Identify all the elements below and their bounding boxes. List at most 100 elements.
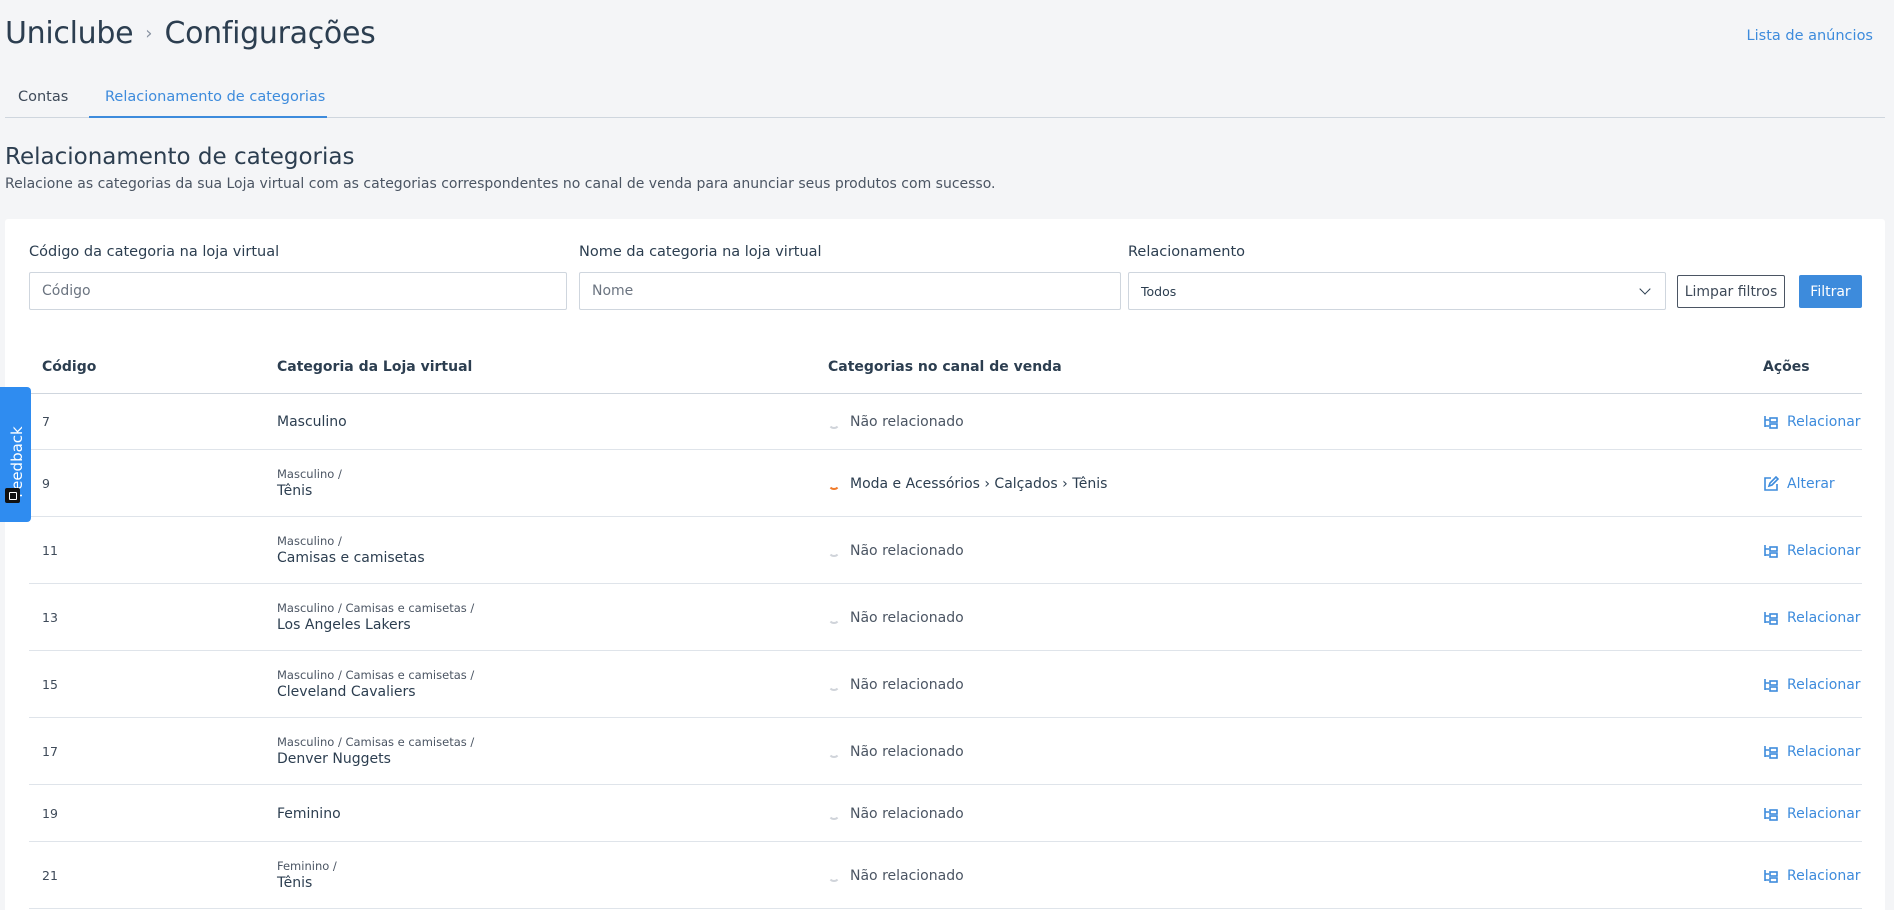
breadcrumb-separator: › <box>145 23 153 44</box>
edit-relation-button[interactable]: Alterar <box>1763 474 1835 494</box>
row-code: 11 <box>42 542 58 558</box>
category-tree-icon <box>1763 868 1779 884</box>
row-channel-category: Não relacionado <box>828 804 964 824</box>
row-category-parent-path: Masculino / Camisas e camisetas / <box>277 600 475 615</box>
row-store-category: Masculino / Camisas e camisetas / Denver… <box>277 735 474 769</box>
relate-category-button[interactable]: Relacionar <box>1763 742 1861 762</box>
status-spinner-icon <box>828 478 840 490</box>
row-channel-category: Não relacionado <box>828 866 964 886</box>
header-code: Código <box>42 359 97 375</box>
table-row: 9 Masculino / Tênis Moda e Acessórios › … <box>29 450 1862 517</box>
row-action-label: Relacionar <box>1787 414 1861 430</box>
filters-and-table-card: Código da categoria na loja virtual Nome… <box>5 219 1885 910</box>
row-category-name: Tênis <box>277 482 313 499</box>
relate-category-button[interactable]: Relacionar <box>1763 541 1861 561</box>
relate-category-button[interactable]: Relacionar <box>1763 608 1861 628</box>
tab-accounts[interactable]: Contas <box>18 89 68 105</box>
row-store-category: Masculino / Camisas e camisetas / Los An… <box>277 601 474 635</box>
feedback-tab[interactable]: Feedback <box>0 387 31 522</box>
relate-category-button[interactable]: Relacionar <box>1763 412 1861 432</box>
row-channel-category: Não relacionado <box>828 608 964 628</box>
category-tree-icon <box>1763 744 1779 760</box>
row-channel-text: Não relacionado <box>850 609 964 626</box>
page-header: Uniclube › Configurações <box>5 16 376 51</box>
tab-category-relations[interactable]: Relacionamento de categorias <box>105 89 325 105</box>
row-category-parent-path: Feminino / <box>277 858 337 873</box>
category-tree-icon <box>1763 414 1779 430</box>
ads-list-link[interactable]: Lista de anúncios <box>1747 28 1873 44</box>
table-row: 19 Feminino Não relacionado Relacionar <box>29 785 1862 842</box>
tab-bar: Contas Relacionamento de categorias <box>5 80 1885 118</box>
relation-filter-select[interactable]: Todos <box>1128 272 1666 310</box>
row-channel-text: Não relacionado <box>850 676 964 693</box>
relate-category-button[interactable]: Relacionar <box>1763 804 1861 824</box>
row-code: 7 <box>42 414 50 429</box>
row-category-name: Denver Nuggets <box>277 750 391 767</box>
category-tree-icon <box>1763 543 1779 559</box>
row-code: 17 <box>42 743 58 759</box>
row-store-category: Masculino <box>277 412 347 432</box>
row-category-parent-path: Masculino / Camisas e camisetas / <box>277 734 475 749</box>
row-category-name: Masculino <box>277 414 347 430</box>
row-category-name: Camisas e camisetas <box>277 549 425 566</box>
code-filter-input[interactable] <box>29 272 567 310</box>
row-channel-text: Moda e Acessórios › Calçados › Tênis <box>850 475 1108 492</box>
row-action-label: Relacionar <box>1787 805 1861 822</box>
table-row: 21 Feminino / Tênis Não relacionado Rela… <box>29 842 1862 909</box>
clear-filters-button[interactable]: Limpar filtros <box>1677 275 1785 308</box>
relation-filter-label: Relacionamento <box>1128 244 1245 260</box>
row-channel-category: Não relacionado <box>828 412 964 432</box>
relate-category-button[interactable]: Relacionar <box>1763 866 1861 886</box>
table-row: 15 Masculino / Camisas e camisetas / Cle… <box>29 651 1862 718</box>
row-category-parent-path: Masculino / <box>277 533 342 548</box>
row-action-label: Relacionar <box>1787 867 1861 884</box>
status-spinner-icon <box>828 417 840 429</box>
row-category-name: Feminino <box>277 805 341 822</box>
categories-table: Código Categoria da Loja virtual Categor… <box>29 352 1862 909</box>
row-code: 19 <box>42 805 58 821</box>
row-code: 15 <box>42 676 58 692</box>
row-action-label: Relacionar <box>1787 609 1861 626</box>
breadcrumb-store[interactable]: Uniclube <box>5 16 134 51</box>
section-title: Relacionamento de categorias <box>5 144 355 170</box>
row-store-category: Masculino / Camisas e camisetas <box>277 534 425 568</box>
relate-category-button[interactable]: Relacionar <box>1763 675 1861 695</box>
filter-button[interactable]: Filtrar <box>1799 275 1862 308</box>
header-store-category: Categoria da Loja virtual <box>277 359 473 375</box>
row-code: 9 <box>42 475 50 491</box>
table-body: 7 Masculino Não relacionado Relacionar 9… <box>29 394 1862 909</box>
code-filter-label: Código da categoria na loja virtual <box>29 244 280 260</box>
header-channel-category: Categorias no canal de venda <box>828 359 1062 375</box>
row-store-category: Feminino / Tênis <box>277 859 337 893</box>
row-channel-text: Não relacionado <box>850 867 964 884</box>
row-category-parent-path: Masculino / <box>277 466 342 481</box>
row-channel-text: Não relacionado <box>850 414 964 430</box>
status-spinner-icon <box>828 545 840 557</box>
table-row: 13 Masculino / Camisas e camisetas / Los… <box>29 584 1862 651</box>
header-actions: Ações <box>1763 359 1810 375</box>
row-category-name: Cleveland Cavaliers <box>277 683 416 700</box>
row-code: 13 <box>42 609 58 625</box>
row-action-label: Relacionar <box>1787 676 1861 693</box>
row-channel-text: Não relacionado <box>850 805 964 822</box>
category-tree-icon <box>1763 610 1779 626</box>
active-tab-indicator <box>89 116 327 118</box>
status-spinner-icon <box>828 679 840 691</box>
relation-filter-value: Todos <box>1141 283 1177 299</box>
section-description: Relacione as categorias da sua Loja virt… <box>5 176 996 192</box>
row-store-category: Masculino / Tênis <box>277 467 342 501</box>
row-category-name: Los Angeles Lakers <box>277 616 411 633</box>
row-channel-text: Não relacionado <box>850 542 964 559</box>
edit-icon <box>1763 475 1779 492</box>
row-code: 21 <box>42 867 58 883</box>
table-row: 11 Masculino / Camisas e camisetas Não r… <box>29 517 1862 584</box>
name-filter-label: Nome da categoria na loja virtual <box>579 244 822 260</box>
chevron-down-icon <box>1639 283 1651 295</box>
status-spinner-icon <box>828 612 840 624</box>
name-filter-input[interactable] <box>579 272 1121 310</box>
row-category-name: Tênis <box>277 874 313 891</box>
row-action-label: Alterar <box>1787 475 1835 492</box>
row-store-category: Feminino <box>277 804 341 824</box>
feedback-icon <box>5 488 20 503</box>
row-category-parent-path: Masculino / Camisas e camisetas / <box>277 667 475 682</box>
